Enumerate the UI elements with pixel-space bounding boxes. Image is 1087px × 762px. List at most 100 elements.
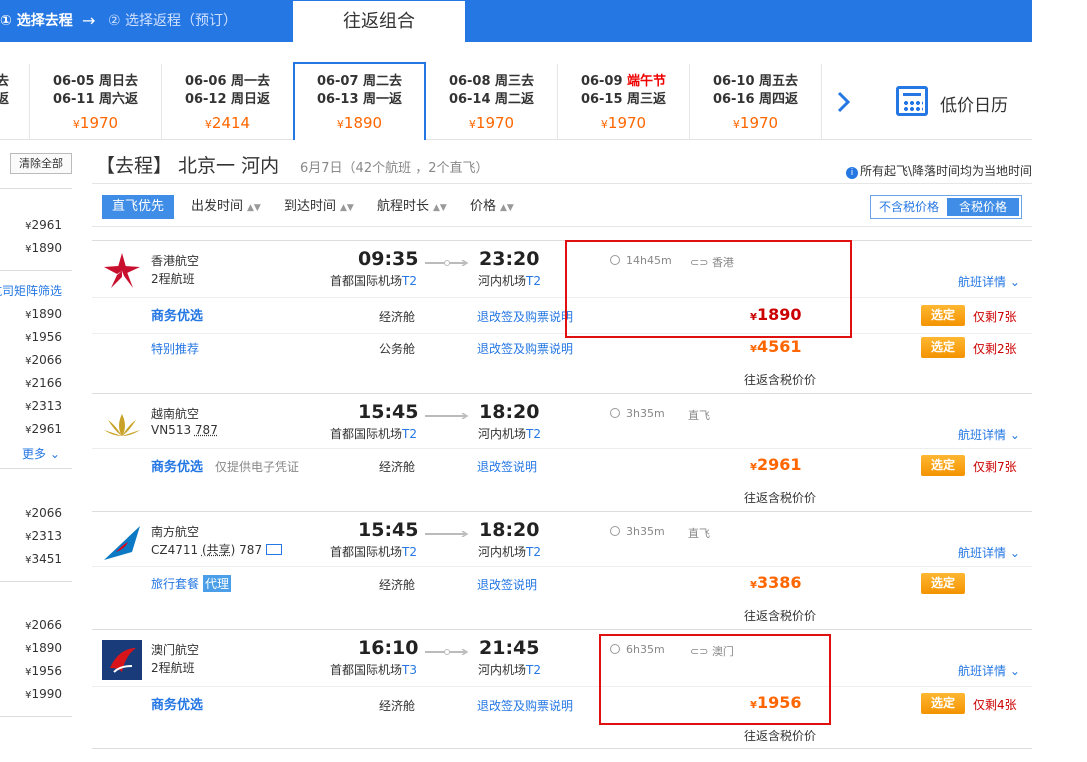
fare-row: 特别推荐 公务舱 退改签及购票说明 ¥4561 选定 仅剩2张 <box>92 333 1032 365</box>
flight-card: 香港航空 2程航班 09:35 首都国际机场T2 23:20 河内机场T2 14… <box>92 240 1032 392</box>
sort-arrows-icon: ▲▼ <box>340 203 354 213</box>
chevron-down-icon: ⌄ <box>49 447 60 461</box>
date-cell-selected[interactable]: 06-07 周二去 06-13 周一返 ¥1890 <box>293 62 426 140</box>
airline-name: 澳门航空 <box>151 643 200 657</box>
date-cell[interactable]: 06-10 周五去 06-16 周四返 ¥1970 <box>690 64 822 140</box>
sort-departure-time[interactable]: 出发时间 ▲▼ <box>191 195 261 219</box>
divider <box>0 188 72 189</box>
filter-price[interactable]: ¥1890 <box>0 307 62 321</box>
refund-rules-link[interactable]: 退改签说明 <box>477 458 537 475</box>
sort-arrows-icon: ▲▼ <box>247 203 261 213</box>
refund-rules-link[interactable]: 退改签及购票说明 <box>477 340 573 357</box>
refund-rules-link[interactable]: 退改签及购票说明 <box>477 308 573 325</box>
departure-airport: 首都国际机场T2 <box>330 274 417 288</box>
filter-price[interactable]: ¥3451 <box>0 552 62 566</box>
date-return: 06-16 周四返 <box>712 92 799 107</box>
cabin-class: 经济舱 <box>379 699 416 713</box>
screen-icon <box>265 544 282 555</box>
date-return: 06-11 周六返 <box>52 92 139 107</box>
sort-arrows-icon: ▲▼ <box>433 203 447 213</box>
filter-price[interactable]: ¥1890 <box>0 641 62 655</box>
refund-rules-link[interactable]: 退改签说明 <box>477 576 537 593</box>
select-fare-button[interactable]: 选定 <box>921 693 965 714</box>
hong-kong-airlines-logo-icon <box>104 253 140 288</box>
timezone-note: i 所有起飞\降落时间均为当地时间 <box>846 162 1032 179</box>
fare-brand: 商务优选 <box>151 460 204 475</box>
seats-remaining: 仅剩7张 <box>973 460 1017 474</box>
flight-details-link[interactable]: 航班详情 ⌄ <box>958 273 1020 290</box>
fare-row: 商务优选 经济舱 退改签及购票说明 ¥1956 选定 仅剩4张 <box>92 686 1032 722</box>
calendar-icon <box>896 86 928 116</box>
filter-price[interactable]: ¥2313 <box>0 399 62 413</box>
chevron-down-icon: ⌄ <box>1009 428 1020 442</box>
filter-price[interactable]: ¥2066 <box>0 353 62 367</box>
annotation-highlight-box <box>565 240 852 338</box>
step-bar: ① 选择去程 → ② 选择返程（预订） <box>0 0 1032 42</box>
sort-price[interactable]: 价格 ▲▼ <box>470 195 514 219</box>
filter-price[interactable]: ¥1956 <box>0 664 62 678</box>
tax-exclusive-option[interactable]: 不含税价格 <box>873 198 945 216</box>
aircraft-type[interactable]: 787 <box>195 423 218 437</box>
select-fare-button[interactable]: 选定 <box>921 573 965 594</box>
flight-duration: 3h35m <box>610 525 665 538</box>
filter-price[interactable]: ¥2066 <box>0 506 62 520</box>
flight-details-link[interactable]: 航班详情 ⌄ <box>958 662 1020 679</box>
e-certificate-note: 仅提供电子凭证 <box>215 460 300 474</box>
air-macau-logo-icon <box>102 640 142 680</box>
filter-price[interactable]: ¥2961 <box>0 218 62 232</box>
date-cell-prev[interactable]: 去返 <box>0 64 30 140</box>
select-fare-button[interactable]: 选定 <box>921 455 965 476</box>
tab-round-trip-combo[interactable]: 往返组合 <box>292 0 466 42</box>
step-select-return[interactable]: ② 选择返程（预订） <box>108 0 237 42</box>
low-price-calendar-button[interactable]: 低价日历 <box>868 64 1032 140</box>
date-cell[interactable]: 06-08 周三去 06-14 周二返 ¥1970 <box>426 64 558 140</box>
date-price: ¥2414 <box>204 114 251 132</box>
sort-bar: 直飞优先 出发时间 ▲▼ 到达时间 ▲▼ 航程时长 ▲▼ 价格 ▲▼ 不含税价格 含税价… <box>92 183 1032 227</box>
divider <box>0 270 72 271</box>
filter-price[interactable]: ¥1890 <box>0 241 62 255</box>
sort-arrival-time[interactable]: 到达时间 ▲▼ <box>284 195 354 219</box>
flight-details-link[interactable]: 航班详情 ⌄ <box>958 544 1020 561</box>
date-cell[interactable]: 06-06 周一去 06-12 周日返 ¥2414 <box>162 64 294 140</box>
aircraft-type[interactable]: 787 <box>239 543 262 557</box>
clear-all-button[interactable]: 清除全部 <box>10 153 72 174</box>
clock-icon <box>610 408 620 418</box>
filter-price[interactable]: ¥2166 <box>0 376 62 390</box>
date-return: 06-14 周二返 <box>448 92 535 107</box>
filter-price[interactable]: ¥2313 <box>0 529 62 543</box>
date-cell[interactable]: 06-09 端午节 06-15 周三返 ¥1970 <box>558 64 690 140</box>
filter-price[interactable]: ¥1956 <box>0 330 62 344</box>
more-link[interactable]: 更多 ⌄ <box>22 445 60 462</box>
divider <box>0 581 72 582</box>
flight-details-link[interactable]: 航班详情 ⌄ <box>958 426 1020 443</box>
codeshare-label[interactable]: (共享) <box>202 543 235 557</box>
cabin-class: 经济舱 <box>379 578 416 592</box>
flight-number: 2程航班 <box>151 272 195 286</box>
date-cell[interactable]: 06-05 周日去 06-11 周六返 ¥1970 <box>30 64 162 140</box>
select-fare-button[interactable]: 选定 <box>921 305 965 326</box>
sort-duration[interactable]: 航程时长 ▲▼ <box>377 195 447 219</box>
arrival-time: 23:20 <box>479 248 540 270</box>
chevron-right-icon[interactable] <box>836 90 852 114</box>
chevron-down-icon: ⌄ <box>1009 546 1020 560</box>
fare-row: 商务优选 经济舱 退改签及购票说明 ¥1890 选定 仅剩7张 <box>92 297 1032 333</box>
filter-price[interactable]: ¥2961 <box>0 422 62 436</box>
airline-name: 香港航空 <box>151 254 200 268</box>
refund-rules-link[interactable]: 退改签及购票说明 <box>477 697 573 714</box>
tax-inclusive-note: 往返含税价价 <box>744 609 817 623</box>
filter-price[interactable]: ¥2066 <box>0 618 62 632</box>
select-fare-button[interactable]: 选定 <box>921 337 965 358</box>
filter-price[interactable]: ¥1990 <box>0 687 62 701</box>
sort-direct-first[interactable]: 直飞优先 <box>102 195 175 219</box>
direct-route-icon <box>425 413 469 419</box>
flight-number: VN513 787 <box>151 423 218 437</box>
date-price: ¥1970 <box>468 114 515 132</box>
tax-inclusive-option[interactable]: 含税价格 <box>947 198 1019 216</box>
route-title: 【去程】 北京一 河内 <box>96 155 280 177</box>
transfer-route-icon <box>425 260 469 266</box>
date-return: 06-13 周一返 <box>316 92 403 107</box>
airline-matrix-filter-link[interactable]: 航司矩阵筛选 <box>0 282 62 299</box>
step-select-outbound[interactable]: ① 选择去程 <box>0 0 73 42</box>
seats-remaining: 仅剩2张 <box>973 342 1017 356</box>
date-price: ¥1970 <box>732 114 779 132</box>
